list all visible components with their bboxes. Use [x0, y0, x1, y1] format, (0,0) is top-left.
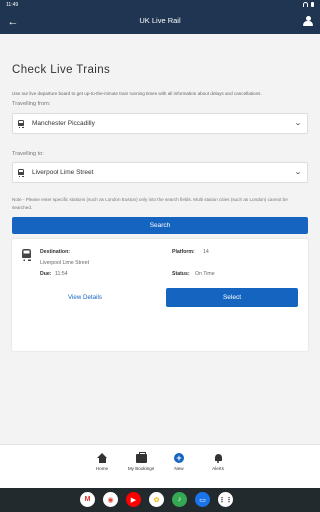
search-note: Note - Please enter specific stations (s…: [12, 197, 288, 210]
main-content: Check Live Trains Use our live departure…: [0, 34, 320, 444]
messages-icon[interactable]: ▭: [195, 492, 210, 507]
from-label: Travelling from:: [12, 101, 51, 107]
from-station-value: Manchester Piccadilly: [32, 120, 95, 127]
dock-apps: M ◉ ▶ ✿ ♪ ▭ ⋮⋮: [80, 492, 233, 507]
bottom-navigation: Home My Bookings + New Alerts: [0, 444, 320, 488]
photos-icon[interactable]: ✿: [149, 492, 164, 507]
nav-item-label: Alerts: [212, 466, 224, 471]
nav-item-label: My Bookings: [127, 466, 155, 471]
system-dock: M ◉ ▶ ✿ ♪ ▭ ⋮⋮: [0, 488, 320, 512]
app-title: UK Live Rail: [139, 16, 181, 25]
battery-icon: [311, 2, 314, 7]
destination-label: Destination:: [40, 249, 70, 255]
intro-text: Use our live departure board to get up-t…: [12, 91, 262, 96]
status-time: 11:49: [6, 2, 19, 8]
search-button[interactable]: Search: [12, 217, 308, 234]
bell-icon: [214, 453, 223, 463]
due-value: 11:54: [55, 271, 68, 277]
gmail-icon[interactable]: M: [80, 492, 95, 507]
app-icon[interactable]: ♪: [172, 492, 187, 507]
briefcase-icon: [135, 451, 147, 463]
page-title: Check Live Trains: [12, 64, 111, 76]
train-icon: [18, 169, 24, 177]
chevron-down-icon: ⌄: [293, 169, 303, 176]
from-station-select[interactable]: Manchester Piccadilly ⌄: [12, 113, 308, 134]
profile-icon[interactable]: [303, 16, 313, 28]
to-station-value: Liverpool Lime Street: [32, 169, 94, 176]
train-icon: [22, 249, 31, 261]
status-value: On Time: [195, 271, 215, 277]
platform-label: Platform:: [172, 249, 195, 255]
due-label: Due:: [40, 271, 52, 277]
nav-item-label: New: [174, 466, 184, 471]
destination-value: Liverpool Lime Street: [40, 260, 90, 266]
platform-value: 14: [203, 249, 209, 255]
youtube-icon[interactable]: ▶: [126, 492, 141, 507]
train-icon: [18, 120, 24, 128]
chevron-down-icon: ⌄: [293, 120, 303, 127]
select-button[interactable]: Select: [166, 288, 298, 307]
status-bar: 11:49: [0, 0, 320, 10]
to-station-select[interactable]: Liverpool Lime Street ⌄: [12, 162, 308, 183]
view-details-link[interactable]: View Details: [68, 294, 102, 301]
home-icon: [97, 453, 107, 463]
chrome-icon[interactable]: ◉: [103, 492, 118, 507]
app-drawer-icon[interactable]: ⋮⋮: [218, 492, 233, 507]
train-result-card: Destination: Liverpool Lime Street Platf…: [12, 239, 308, 351]
nav-item-alerts[interactable]: Alerts: [198, 451, 238, 471]
wifi-icon: [303, 2, 308, 7]
to-label: Travelling to:: [12, 151, 44, 157]
system-icons: [303, 2, 314, 7]
nav-item-new[interactable]: + New: [159, 451, 199, 471]
nav-item-home[interactable]: Home: [82, 451, 122, 471]
status-label: Status:: [172, 271, 190, 277]
nav-item-my-bookings[interactable]: My Bookings: [121, 451, 161, 471]
add-circle-icon: +: [174, 453, 184, 463]
nav-item-label: Home: [95, 466, 109, 471]
app-bar: ← UK Live Rail: [0, 10, 320, 34]
